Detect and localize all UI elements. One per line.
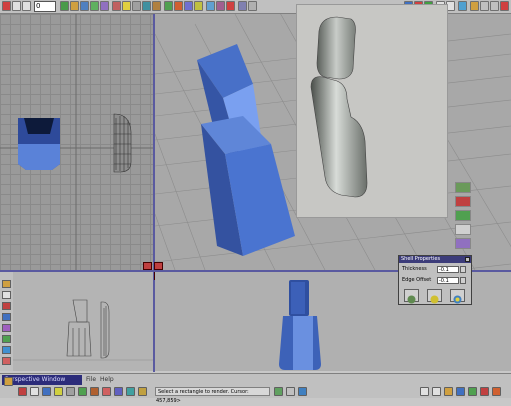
plane-tool-icon[interactable]	[2, 346, 11, 354]
minimize-icon[interactable]	[480, 1, 489, 11]
status-bar: Perspective Window File Help Select a re…	[0, 373, 511, 404]
play-icon[interactable]	[22, 1, 31, 11]
light-icon[interactable]	[122, 1, 131, 11]
tree-small-icon[interactable]	[274, 387, 283, 396]
shell-preview-button[interactable]	[427, 289, 442, 304]
cylinder-tool-icon[interactable]	[2, 313, 11, 321]
edge-offset-label: Edge Offset	[402, 277, 432, 283]
menu-help[interactable]: Help	[100, 375, 114, 385]
nav-right-icon[interactable]	[432, 387, 441, 396]
cone-tool-icon[interactable]	[2, 324, 11, 332]
tree-icon[interactable]	[164, 1, 173, 11]
edge-offset-spinner[interactable]	[460, 277, 466, 284]
stop-icon[interactable]	[12, 1, 21, 11]
shell-properties-dialog: Shell Properties Thickness -0.1 Edge Off…	[398, 255, 472, 305]
paint-icon[interactable]	[112, 1, 121, 11]
zoom-small-icon[interactable]	[492, 387, 501, 396]
shell-apply-button[interactable]	[404, 289, 419, 304]
modifier-tools-icon[interactable]	[455, 238, 471, 249]
perspective-bottle	[197, 44, 295, 256]
shell-apply-icon	[407, 295, 416, 304]
text-tool-icon[interactable]	[2, 357, 11, 365]
window-close-icon[interactable]	[500, 1, 509, 11]
dialog-close-icon[interactable]	[465, 257, 470, 262]
texture-icon[interactable]	[152, 1, 161, 11]
side-view-wireframe	[13, 299, 153, 361]
side-viewport[interactable]	[13, 272, 153, 371]
light-tools-icon[interactable]	[455, 196, 471, 207]
sphere-tool-icon[interactable]	[2, 291, 11, 299]
object-tool-icon[interactable]	[2, 280, 11, 288]
heart-icon[interactable]	[102, 387, 111, 396]
texture-tools-icon[interactable]	[455, 210, 471, 221]
scale-icon[interactable]	[90, 1, 99, 11]
status-message: Select a rectangle to render. Cursor: 45…	[155, 387, 270, 404]
side-profile-wireframe	[113, 113, 132, 173]
geometry-tools-icon[interactable]	[455, 224, 471, 235]
rendered-object	[310, 16, 368, 198]
nav-up-icon[interactable]	[444, 387, 453, 396]
rotate-icon[interactable]	[80, 1, 89, 11]
thickness-label: Thickness	[402, 266, 427, 272]
torus-tool-icon[interactable]	[2, 335, 11, 343]
thickness-spinner[interactable]	[460, 266, 466, 273]
rotate-small-icon[interactable]	[468, 387, 477, 396]
material-icon[interactable]	[142, 1, 151, 11]
sphere-icon[interactable]	[30, 387, 39, 396]
dialog-title[interactable]: Shell Properties	[399, 256, 471, 263]
viewport-toggle-icon[interactable]	[154, 262, 163, 270]
sun-icon[interactable]	[194, 1, 203, 11]
move-icon[interactable]	[70, 1, 79, 11]
front-bottle-shape	[18, 118, 60, 170]
select-icon[interactable]	[100, 1, 109, 11]
brush-icon[interactable]	[18, 387, 27, 396]
close-icon[interactable]	[226, 1, 235, 11]
pan-icon[interactable]	[480, 387, 489, 396]
thickness-input[interactable]: -0.1	[437, 266, 459, 273]
bubble-icon[interactable]	[114, 387, 123, 396]
menu-file[interactable]: File	[86, 375, 96, 385]
help-icon[interactable]	[458, 1, 467, 11]
frame-field[interactable]: 0	[34, 1, 56, 12]
zoom-icon[interactable]	[60, 1, 69, 11]
viewport-corner-icon[interactable]	[143, 262, 152, 270]
nav-down-icon[interactable]	[456, 387, 465, 396]
water-small-icon[interactable]	[126, 387, 135, 396]
render-icon[interactable]	[238, 1, 247, 11]
nav-left-icon[interactable]	[420, 387, 429, 396]
wood-icon[interactable]	[90, 387, 99, 396]
light-bulb-icon[interactable]	[54, 387, 63, 396]
particle-icon[interactable]	[216, 1, 225, 11]
shell-ok-button[interactable]	[450, 289, 465, 304]
front-viewport[interactable]	[0, 14, 153, 270]
left-tool-strip	[0, 272, 14, 371]
water-icon[interactable]	[184, 1, 193, 11]
cube-tool-icon[interactable]	[2, 302, 11, 310]
fire-icon[interactable]	[174, 1, 183, 11]
globe-small-icon[interactable]	[298, 387, 307, 396]
front-view-objects	[0, 14, 153, 270]
light-wizard-icon[interactable]	[470, 1, 479, 11]
shell-ok-icon	[453, 295, 462, 304]
sky-icon[interactable]	[206, 1, 215, 11]
edge-offset-input[interactable]: -0.1	[437, 277, 459, 284]
camera-icon[interactable]	[132, 1, 141, 11]
bottom-bottle-shape	[279, 280, 321, 370]
grid-small-icon[interactable]	[286, 387, 295, 396]
record-icon[interactable]	[2, 1, 11, 11]
camera-small-icon[interactable]	[66, 387, 75, 396]
material-ball-icon[interactable]	[455, 182, 471, 193]
star-icon[interactable]	[138, 387, 147, 396]
render-preview-panel	[296, 4, 448, 218]
window-title-tab[interactable]: Perspective Window	[2, 375, 82, 385]
options-icon[interactable]	[248, 1, 257, 11]
globe-icon[interactable]	[4, 377, 13, 386]
maximize-icon[interactable]	[490, 1, 499, 11]
cube-icon[interactable]	[42, 387, 51, 396]
plant-icon[interactable]	[78, 387, 87, 396]
shell-preview-icon	[430, 295, 439, 304]
